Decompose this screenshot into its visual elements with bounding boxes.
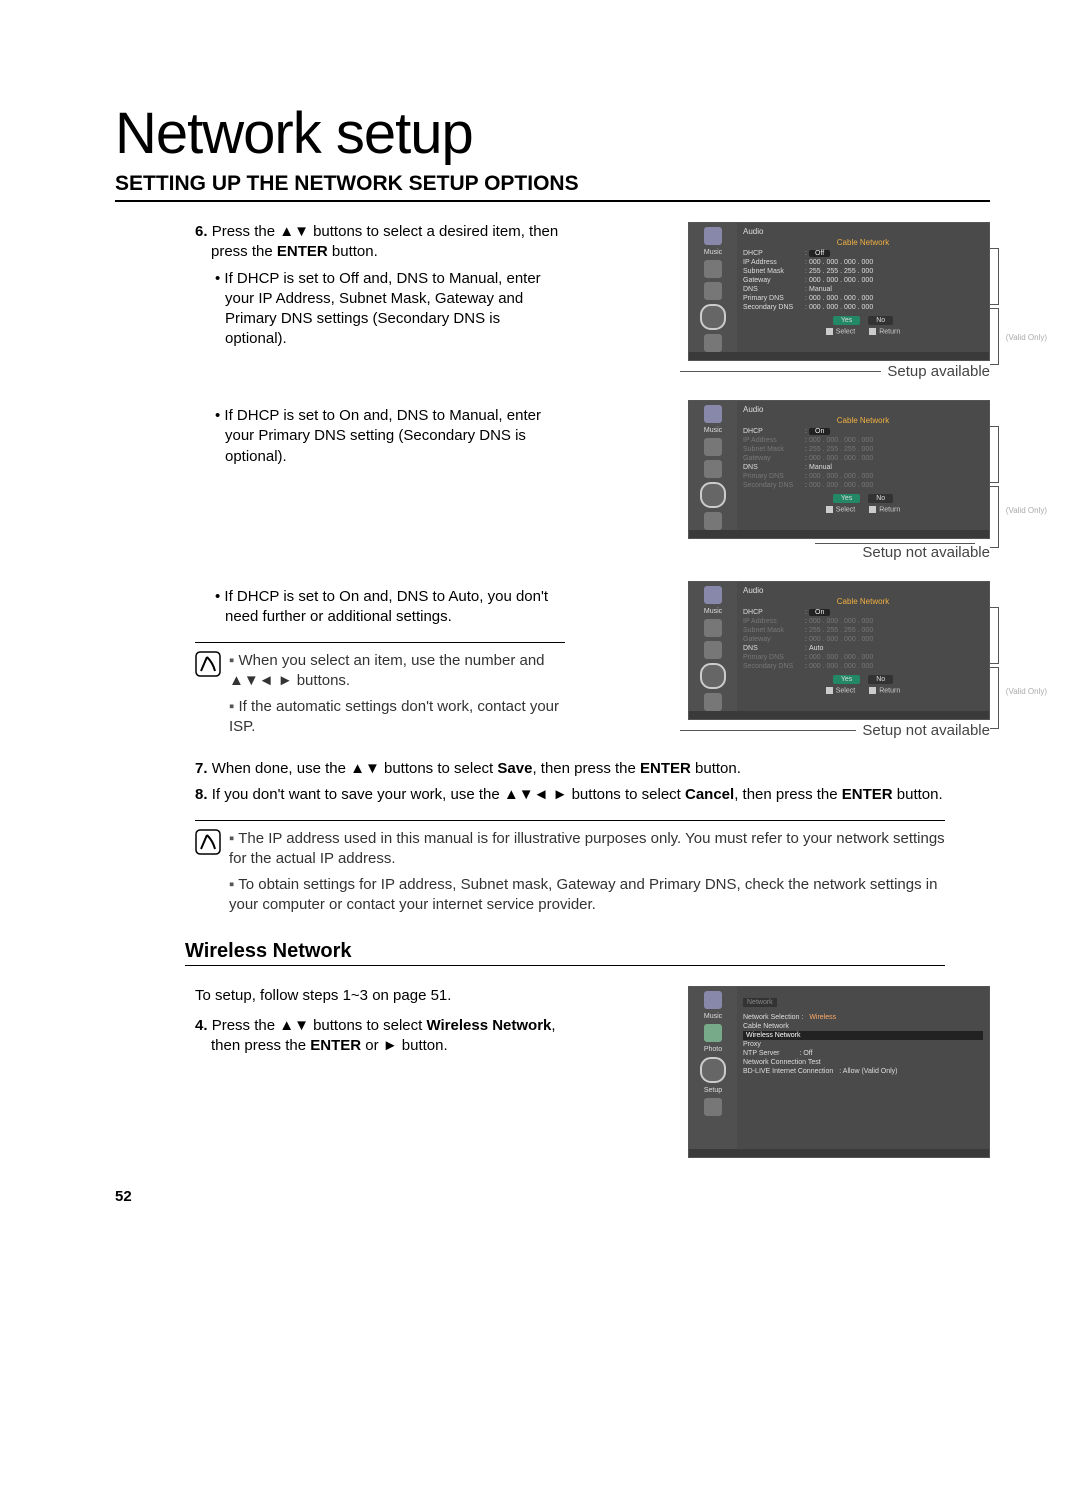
row-dhcp: DHCP:On [743,608,983,617]
music-icon [704,405,722,423]
yes-button: Yes [833,675,860,684]
note-icon [195,829,221,855]
callout-valid-only: (Valid Only) [1006,687,1047,696]
tab-audio: Audio [743,405,983,414]
row-secondary-dns: Secondary DNS:000 . 000 . 000 . 000 [743,481,983,490]
row-gateway: Gateway:000 . 000 . 000 . 000 [743,454,983,463]
music-icon [704,586,722,604]
step-7: 7. When done, use the ▲▼ buttons to sele… [195,759,945,779]
no-button: No [868,316,893,325]
row-dhcp: DHCP:Off [743,249,983,258]
row-subnet: Subnet Mask:255 . 255 . 255 . 000 [743,267,983,276]
block2-bullet: • If DHCP is set to On and, DNS to Manua… [215,406,565,467]
note2-b: To obtain settings for IP address, Subne… [229,875,945,916]
section-heading: SETTING UP THE NETWORK SETUP OPTIONS [115,172,990,202]
caption-setup-not-available: Setup not available [862,544,990,561]
row-bdlive: BD-LIVE Internet Connection: Allow (Vali… [743,1067,983,1076]
callout-valid-only: (Valid Only) [1006,506,1047,515]
photo-icon [704,260,722,278]
select-hint: Select [826,687,855,694]
note1-a: When you select an item, use the number … [229,651,565,692]
row-ntp: NTP Server: Off [743,1049,983,1058]
gear-icon [700,1057,726,1083]
row-nct: Network Connection Test [743,1058,983,1067]
note2-a: The IP address used in this manual is fo… [229,829,945,870]
screenshot-dhcp-on-manual: Music Audio Cable Network DHCP:On IP Add… [688,400,990,539]
page-title: Network setup [115,100,990,167]
step-8: 8. If you don't want to save your work, … [195,785,945,805]
tab-network: Network [743,998,777,1007]
note1-b: If the automatic settings don't work, co… [229,697,565,738]
row-secondary-dns: Secondary DNS:000 . 000 . 000 . 000 [743,662,983,671]
panel-title: Cable Network [743,416,983,425]
wireless-heading: Wireless Network [185,940,945,966]
row-primary-dns: Primary DNS:000 . 000 . 000 . 000 [743,653,983,662]
no-button: No [868,494,893,503]
tab-audio: Audio [743,227,983,236]
step-4-wireless: 4. Press the ▲▼ buttons to select Wirele… [195,1016,565,1057]
gear-icon [700,482,726,508]
caption-setup-not-available-2: Setup not available [862,722,990,739]
photo-icon [704,1024,722,1042]
panel-title: Cable Network [743,597,983,606]
no-button: No [868,675,893,684]
page-number: 52 [115,1188,990,1205]
select-hint: Select [826,506,855,513]
panel-title: Cable Network [743,238,983,247]
return-hint: Return [869,687,900,694]
screenshot-dhcp-off: Music Audio Cable Network DHCP:Off IP Ad… [688,222,990,361]
screenshot-dhcp-on-auto: Music Audio Cable Network DHCP:On IP Add… [688,581,990,720]
row-primary-dns: Primary DNS:000 . 000 . 000 . 000 [743,294,983,303]
row-ip: IP Address:000 . 000 . 000 . 000 [743,436,983,445]
block3-bullet: • If DHCP is set to On and, DNS to Auto,… [215,587,565,628]
step-6: 6. Press the ▲▼ buttons to select a desi… [195,222,565,263]
video-icon [704,460,722,478]
yes-button: Yes [833,316,860,325]
row-gateway: Gateway:000 . 000 . 000 . 000 [743,276,983,285]
row-secondary-dns: Secondary DNS:000 . 000 . 000 . 000 [743,303,983,312]
screenshot-wireless: Music Photo Setup Network Network Select… [688,986,990,1158]
tab-audio: Audio [743,586,983,595]
row-dns: DNS:Auto [743,644,983,653]
music-icon [704,227,722,245]
photo-icon [704,619,722,637]
return-hint: Return [869,328,900,335]
row-subnet: Subnet Mask:255 . 255 . 255 . 000 [743,626,983,635]
row-cable: Cable Network [743,1022,983,1031]
gear-icon [700,663,726,689]
callout-valid-only: (Valid Only) [1006,333,1047,342]
step-6-bullet: • If DHCP is set to Off and, DNS to Manu… [215,269,565,350]
gear-icon [700,304,726,330]
home-icon [704,693,722,711]
row-wireless: Wireless Network [743,1031,983,1040]
note-icon [195,651,221,677]
home-icon [704,334,722,352]
row-dhcp: DHCP:On [743,427,983,436]
row-subnet: Subnet Mask:255 . 255 . 255 . 000 [743,445,983,454]
row-gateway: Gateway:000 . 000 . 000 . 000 [743,635,983,644]
row-ip: IP Address:000 . 000 . 000 . 000 [743,258,983,267]
video-icon [704,282,722,300]
row-dns: DNS:Manual [743,285,983,294]
photo-icon [704,438,722,456]
home-icon [704,512,722,530]
yes-button: Yes [833,494,860,503]
row-net-selection: Network Selection : Wireless [743,1013,983,1022]
music-icon [704,991,722,1009]
select-hint: Select [826,328,855,335]
return-hint: Return [869,506,900,513]
row-dns: DNS:Manual [743,463,983,472]
row-proxy: Proxy [743,1040,983,1049]
home-icon [704,1098,722,1116]
video-icon [704,641,722,659]
wireless-intro: To setup, follow steps 1~3 on page 51. [195,986,565,1006]
row-primary-dns: Primary DNS:000 . 000 . 000 . 000 [743,472,983,481]
row-ip: IP Address:000 . 000 . 000 . 000 [743,617,983,626]
caption-setup-available: Setup available [887,363,990,380]
